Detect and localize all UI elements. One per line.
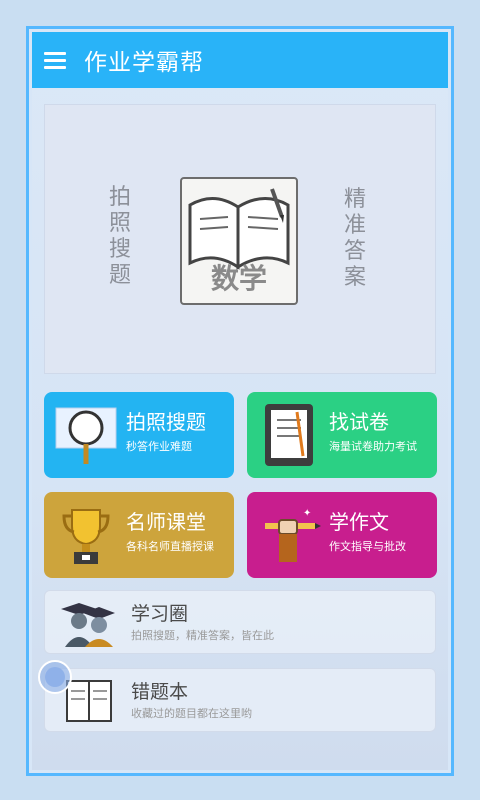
famous-teacher-card[interactable]: 名师课堂 各科名师直播授课: [44, 492, 234, 578]
open-book-icon: 数学: [180, 177, 298, 305]
chevron-down-icon: [45, 667, 65, 687]
menu-icon[interactable]: [44, 51, 66, 69]
hero-banner[interactable]: 拍 照 搜 题 数学 精 准 答 案: [44, 104, 436, 374]
graduates-icon: [59, 597, 119, 649]
essay-card[interactable]: ✦ 学作文 作文指导与批改: [247, 492, 437, 578]
photo-search-card[interactable]: 拍照搜题 秒答作业难题: [44, 392, 234, 478]
tablet-doc-icon: [257, 402, 321, 468]
app-bar: 作业学霸帮: [32, 32, 448, 88]
app-screen: 作业学霸帮 拍 照 搜 题 数学 精 准 答 案 拍照搜题 秒答作业难题 找试卷…: [32, 32, 448, 770]
app-title: 作业学霸帮: [84, 50, 204, 76]
svg-text:✦: ✦: [303, 508, 311, 519]
trophy-icon: [54, 502, 118, 568]
find-exam-card[interactable]: 找试卷 海量试卷助力考试: [247, 392, 437, 478]
book-subject-label: 数学: [210, 262, 267, 295]
banner-left-text: 拍 照 搜 题: [108, 185, 131, 288]
study-circle-row[interactable]: 学习圈 拍照搜题，精准答案，皆在此: [44, 590, 436, 654]
mistake-book-row[interactable]: 错题本 收藏过的题目都在这里哟: [44, 668, 436, 732]
floating-chevron-button[interactable]: [38, 660, 72, 694]
hand-pencil-icon: ✦: [257, 502, 321, 568]
banner-right-text: 精 准 答 案: [343, 187, 366, 290]
magnifier-icon: [54, 402, 118, 468]
